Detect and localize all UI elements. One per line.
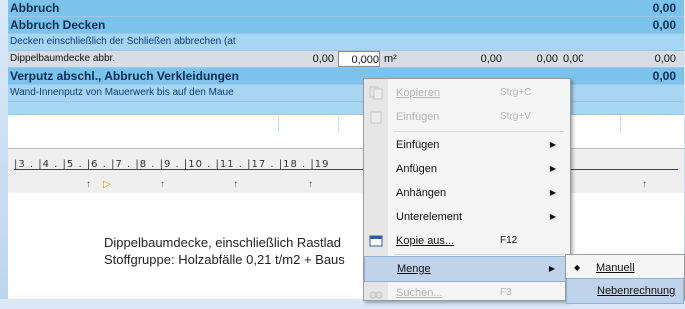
ruler[interactable]: |3 . |4 . |5 . |6 . |7 . |8 . |9 . |10 .…	[8, 148, 684, 194]
window-icon	[369, 233, 383, 247]
table-row[interactable]: Verputz abschl., Abbruch Verkleidungen 0…	[8, 68, 684, 85]
indent-marker-icon[interactable]: ▷	[103, 179, 111, 190]
table-row[interactable]	[8, 102, 684, 115]
table-row[interactable]: Abbruch 0,00	[8, 0, 684, 17]
table-row[interactable]: Abbruch Decken 0,00	[8, 17, 684, 34]
document-line: Stoffgruppe: Holzabfälle 0,21 t/m2 + Bau…	[104, 252, 345, 267]
table-row[interactable]: Decken einschließlich der Schließen abbr…	[8, 34, 684, 51]
submenu-arrow-icon: ▶	[549, 212, 556, 221]
ruler-labels: |3 . |4 . |5 . |6 . |7 . |8 . |9 . |10 .…	[14, 159, 330, 170]
submenu-arrow-icon: ▶	[549, 164, 556, 173]
menu-item-search[interactable]: Suchen... F3	[364, 281, 570, 305]
menu-item-copy-from[interactable]: Kopie aus... F12	[364, 229, 570, 253]
radio-bullet-icon: ◆	[574, 263, 581, 272]
submenu-arrow-icon: ▶	[549, 140, 556, 149]
menu-item-append[interactable]: Anfügen ▶	[364, 157, 570, 181]
table-row-selected[interactable]: Dippelbaumdecke abbr. 0,00 0,000 m² 0,00…	[8, 51, 684, 68]
tab-stop-icon[interactable]: ↑	[642, 179, 647, 190]
menu-item-attach[interactable]: Anhängen ▶	[364, 181, 570, 205]
table-row[interactable]: Wand-Innenputz von Mauerwerk bis auf den…	[8, 85, 684, 102]
submenu-arrow-icon: ▶	[548, 264, 555, 273]
binoculars-icon	[369, 285, 383, 299]
paste-icon	[369, 109, 383, 124]
tab-stop-icon[interactable]: ↑	[86, 179, 91, 190]
tab-stop-icon[interactable]: ↑	[308, 179, 313, 190]
menu-item-quantity[interactable]: Menge ▶	[364, 256, 570, 282]
menu-item-copy[interactable]: Kopieren Strg+C	[364, 81, 570, 105]
menu-item-manual[interactable]: ◆ Manuell	[566, 256, 684, 280]
menu-item-insert[interactable]: Einfügen ▶	[364, 133, 570, 157]
tab-stop-icon[interactable]: ↑	[160, 179, 165, 190]
submenu-arrow-icon: ▶	[549, 188, 556, 197]
position-table: Abbruch 0,00 Abbruch Decken 0,00 Decken …	[8, 0, 684, 132]
menu-item-paste[interactable]: Einfügen Strg+V	[364, 105, 570, 129]
quantity-submenu: ◆ Manuell Nebenrechnung	[565, 254, 685, 304]
copy-icon	[369, 85, 383, 100]
document-line: Dippelbaumdecke, einschließlich Rastlad	[104, 235, 342, 250]
menu-item-subelement[interactable]: Unterelement ▶	[364, 205, 570, 229]
tab-stop-icon[interactable]: ↑	[233, 179, 238, 190]
quantity-input[interactable]: 0,000	[338, 51, 380, 67]
menu-item-side-calculation[interactable]: Nebenrechnung	[566, 278, 684, 304]
context-menu: Kopieren Strg+C Einfügen Strg+V Einfügen…	[363, 78, 571, 301]
